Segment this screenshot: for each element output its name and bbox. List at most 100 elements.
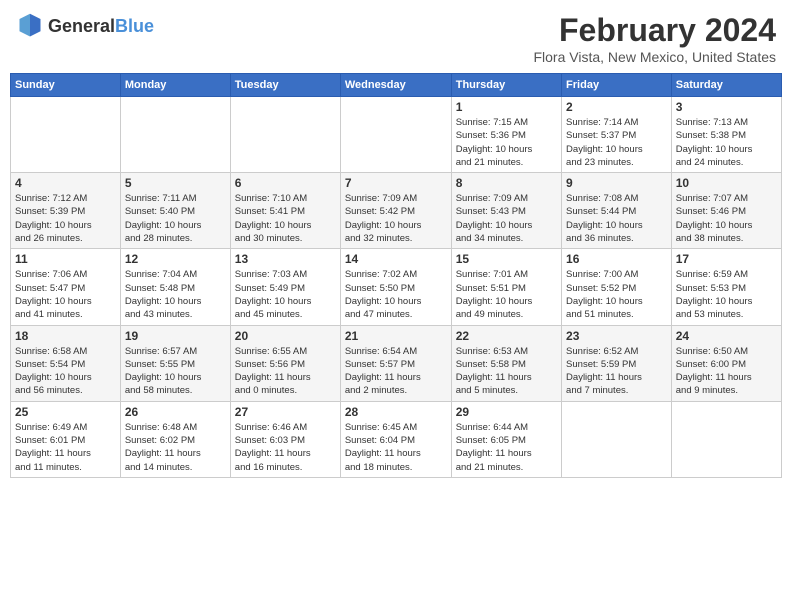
day-cell: 13Sunrise: 7:03 AM Sunset: 5:49 PM Dayli… — [230, 249, 340, 325]
day-number: 22 — [456, 329, 557, 343]
day-cell — [562, 401, 672, 477]
day-cell: 16 Sunrise: 7:00 AM Sunset: 5:52 PM Dayli… — [562, 249, 672, 325]
day-cell: 5Sunrise: 7:11 AM Sunset: 5:40 PM Daylig… — [120, 173, 230, 249]
week-row-2: 11 Sunrise: 7:06 AM Sunset: 5:47 PM Dayli… — [11, 249, 782, 325]
day-number: 3 — [676, 100, 777, 114]
day-cell: 8 Sunrise: 7:09 AM Sunset: 5:43 PM Daylig… — [451, 173, 561, 249]
day-info: Sunrise: 6:57 AM Sunset: 5:55 PM Dayligh… — [125, 345, 226, 398]
calendar-header: Sunday Monday Tuesday Wednesday Thursday… — [11, 74, 782, 97]
logo-text: GeneralBlue — [48, 16, 154, 37]
calendar-subtitle: Flora Vista, New Mexico, United States — [533, 49, 776, 65]
day-cell: 14Sunrise: 7:02 AM Sunset: 5:50 PM Dayli… — [340, 249, 451, 325]
day-number: 16 — [566, 252, 667, 266]
day-info: Sunrise: 6:54 AM Sunset: 5:57 PM Dayligh… — [345, 345, 447, 398]
day-number: 2 — [566, 100, 667, 114]
day-info: Sunrise: 7:03 AM Sunset: 5:49 PM Dayligh… — [235, 268, 336, 321]
week-row-0: 1 Sunrise: 7:15 AM Sunset: 5:36 PM Daylig… — [11, 97, 782, 173]
day-number: 29 — [456, 405, 557, 419]
header: GeneralBlue February 2024 Flora Vista, N… — [0, 0, 792, 73]
logo-blue: Blue — [115, 16, 154, 36]
day-number: 10 — [676, 176, 777, 190]
day-info: Sunrise: 6:44 AM Sunset: 6:05 PM Dayligh… — [456, 421, 557, 474]
day-cell — [340, 97, 451, 173]
day-number: 11 — [15, 252, 116, 266]
day-cell: 3Sunrise: 7:13 AM Sunset: 5:38 PM Daylig… — [671, 97, 781, 173]
calendar-table: Sunday Monday Tuesday Wednesday Thursday… — [10, 73, 782, 478]
day-number: 17 — [676, 252, 777, 266]
day-number: 14 — [345, 252, 447, 266]
col-sunday: Sunday — [11, 74, 121, 97]
day-info: Sunrise: 7:07 AM Sunset: 5:46 PM Dayligh… — [676, 192, 777, 245]
day-cell: 17 Sunrise: 6:59 AM Sunset: 5:53 PM Dayli… — [671, 249, 781, 325]
logo-general: General — [48, 16, 115, 36]
day-info: Sunrise: 6:45 AM Sunset: 6:04 PM Dayligh… — [345, 421, 447, 474]
day-info: Sunrise: 7:00 AM Sunset: 5:52 PM Dayligh… — [566, 268, 667, 321]
day-cell: 24Sunrise: 6:50 AM Sunset: 6:00 PM Dayli… — [671, 325, 781, 401]
day-number: 8 — [456, 176, 557, 190]
day-number: 12 — [125, 252, 226, 266]
day-number: 18 — [15, 329, 116, 343]
day-number: 27 — [235, 405, 336, 419]
day-cell: 28 Sunrise: 6:45 AM Sunset: 6:04 PM Dayli… — [340, 401, 451, 477]
col-tuesday: Tuesday — [230, 74, 340, 97]
header-row: Sunday Monday Tuesday Wednesday Thursday… — [11, 74, 782, 97]
day-cell: 27 Sunrise: 6:46 AM Sunset: 6:03 PM Dayli… — [230, 401, 340, 477]
week-row-4: 25Sunrise: 6:49 AM Sunset: 6:01 PM Dayli… — [11, 401, 782, 477]
title-section: February 2024 Flora Vista, New Mexico, U… — [533, 12, 776, 65]
day-info: Sunrise: 6:55 AM Sunset: 5:56 PM Dayligh… — [235, 345, 336, 398]
day-cell: 4 Sunrise: 7:12 AM Sunset: 5:39 PM Daylig… — [11, 173, 121, 249]
calendar-container: Sunday Monday Tuesday Wednesday Thursday… — [0, 73, 792, 486]
day-number: 4 — [15, 176, 116, 190]
calendar-title: February 2024 — [533, 12, 776, 49]
day-info: Sunrise: 7:12 AM Sunset: 5:39 PM Dayligh… — [15, 192, 116, 245]
day-number: 26 — [125, 405, 226, 419]
day-number: 20 — [235, 329, 336, 343]
day-info: Sunrise: 6:58 AM Sunset: 5:54 PM Dayligh… — [15, 345, 116, 398]
day-info: Sunrise: 7:04 AM Sunset: 5:48 PM Dayligh… — [125, 268, 226, 321]
day-cell: 9 Sunrise: 7:08 AM Sunset: 5:44 PM Daylig… — [562, 173, 672, 249]
day-number: 21 — [345, 329, 447, 343]
day-cell: 6 Sunrise: 7:10 AM Sunset: 5:41 PM Daylig… — [230, 173, 340, 249]
day-cell — [120, 97, 230, 173]
day-number: 6 — [235, 176, 336, 190]
day-cell: 22 Sunrise: 6:53 AM Sunset: 5:58 PM Dayli… — [451, 325, 561, 401]
day-number: 19 — [125, 329, 226, 343]
day-cell: 29 Sunrise: 6:44 AM Sunset: 6:05 PM Dayli… — [451, 401, 561, 477]
day-cell: 18 Sunrise: 6:58 AM Sunset: 5:54 PM Dayli… — [11, 325, 121, 401]
col-wednesday: Wednesday — [340, 74, 451, 97]
day-number: 9 — [566, 176, 667, 190]
logo: GeneralBlue — [16, 12, 154, 40]
col-monday: Monday — [120, 74, 230, 97]
day-info: Sunrise: 6:53 AM Sunset: 5:58 PM Dayligh… — [456, 345, 557, 398]
day-cell: 7Sunrise: 7:09 AM Sunset: 5:42 PM Daylig… — [340, 173, 451, 249]
day-cell: 2Sunrise: 7:14 AM Sunset: 5:37 PM Daylig… — [562, 97, 672, 173]
day-info: Sunrise: 7:10 AM Sunset: 5:41 PM Dayligh… — [235, 192, 336, 245]
day-cell: 25Sunrise: 6:49 AM Sunset: 6:01 PM Dayli… — [11, 401, 121, 477]
day-cell: 10 Sunrise: 7:07 AM Sunset: 5:46 PM Dayli… — [671, 173, 781, 249]
day-number: 28 — [345, 405, 447, 419]
day-info: Sunrise: 6:49 AM Sunset: 6:01 PM Dayligh… — [15, 421, 116, 474]
day-number: 1 — [456, 100, 557, 114]
col-thursday: Thursday — [451, 74, 561, 97]
day-number: 15 — [456, 252, 557, 266]
day-cell — [11, 97, 121, 173]
logo-icon — [16, 12, 44, 40]
day-info: Sunrise: 6:59 AM Sunset: 5:53 PM Dayligh… — [676, 268, 777, 321]
col-saturday: Saturday — [671, 74, 781, 97]
day-cell — [230, 97, 340, 173]
day-cell: 12 Sunrise: 7:04 AM Sunset: 5:48 PM Dayli… — [120, 249, 230, 325]
week-row-1: 4 Sunrise: 7:12 AM Sunset: 5:39 PM Daylig… — [11, 173, 782, 249]
day-cell: 1 Sunrise: 7:15 AM Sunset: 5:36 PM Daylig… — [451, 97, 561, 173]
day-number: 5 — [125, 176, 226, 190]
col-friday: Friday — [562, 74, 672, 97]
day-info: Sunrise: 6:46 AM Sunset: 6:03 PM Dayligh… — [235, 421, 336, 474]
day-info: Sunrise: 7:08 AM Sunset: 5:44 PM Dayligh… — [566, 192, 667, 245]
calendar-body: 1 Sunrise: 7:15 AM Sunset: 5:36 PM Daylig… — [11, 97, 782, 478]
day-info: Sunrise: 7:06 AM Sunset: 5:47 PM Dayligh… — [15, 268, 116, 321]
day-info: Sunrise: 7:09 AM Sunset: 5:43 PM Dayligh… — [456, 192, 557, 245]
day-cell: 19 Sunrise: 6:57 AM Sunset: 5:55 PM Dayli… — [120, 325, 230, 401]
day-cell: 26Sunrise: 6:48 AM Sunset: 6:02 PM Dayli… — [120, 401, 230, 477]
day-info: Sunrise: 6:50 AM Sunset: 6:00 PM Dayligh… — [676, 345, 777, 398]
day-info: Sunrise: 7:15 AM Sunset: 5:36 PM Dayligh… — [456, 116, 557, 169]
day-number: 23 — [566, 329, 667, 343]
